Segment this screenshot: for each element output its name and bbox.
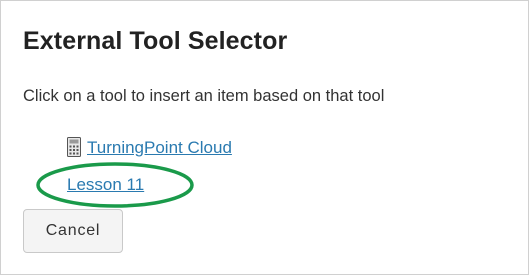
external-tool-selector-dialog: External Tool Selector Click on a tool t… <box>0 0 529 275</box>
tool-link-turningpoint-cloud[interactable]: TurningPoint Cloud <box>87 138 232 158</box>
tool-link-lesson-11[interactable]: Lesson 11 <box>67 175 144 195</box>
keypad-icon <box>67 137 81 157</box>
instruction-text: Click on a tool to insert an item based … <box>23 87 385 105</box>
tool-list: TurningPoint Cloud Lesson 11 <box>67 134 232 199</box>
cancel-button[interactable]: Cancel <box>23 209 123 253</box>
dialog-title: External Tool Selector <box>23 27 288 55</box>
tool-item-turningpoint-cloud[interactable]: TurningPoint Cloud <box>67 134 232 162</box>
tool-item-lesson-11[interactable]: Lesson 11 <box>67 171 232 199</box>
